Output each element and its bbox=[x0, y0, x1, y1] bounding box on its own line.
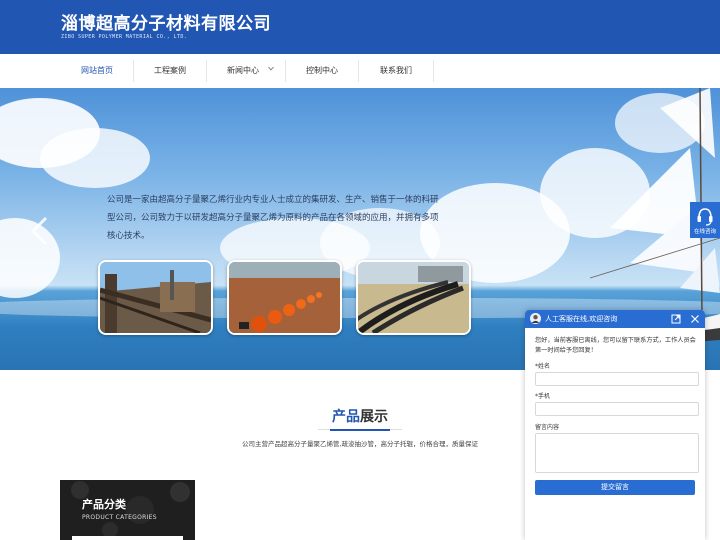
chevron-down-icon[interactable] bbox=[268, 66, 274, 71]
grunge-texture bbox=[60, 480, 195, 540]
name-label: *姓名 bbox=[535, 363, 551, 370]
category-item[interactable] bbox=[72, 536, 183, 540]
nav-item-cases[interactable]: 工程案例 bbox=[134, 54, 206, 88]
cloud bbox=[40, 128, 150, 188]
thumbnail-black-pipes[interactable] bbox=[356, 260, 471, 335]
name-field[interactable] bbox=[535, 372, 699, 386]
site-header: 淄博超高分子材料有限公司 ZIBO SUPER POLYMER MATERIAL… bbox=[0, 0, 720, 54]
agent-avatar bbox=[530, 313, 541, 324]
title-underline bbox=[330, 429, 390, 431]
phone-label: *手机 bbox=[535, 393, 551, 400]
chat-header: 人工客服在线,欢迎咨询 bbox=[525, 310, 705, 328]
categories-subtitle: PRODUCT CATEGORIES bbox=[82, 514, 157, 521]
section-title-rest: 展示 bbox=[360, 409, 388, 425]
black-pipes-photo bbox=[358, 262, 469, 333]
phone-field[interactable] bbox=[535, 402, 699, 416]
section-title-highlight: 产品 bbox=[332, 409, 360, 425]
chat-offline-message: 您好，当前客服已离线，您可以留下联系方式，工作人员会第一时间给予您回复！ bbox=[535, 337, 696, 354]
company-name[interactable]: 淄博超高分子材料有限公司 bbox=[61, 9, 271, 34]
main-nav: 网站首页 工程案例 新闻中心 控制中心 联系我们 bbox=[0, 54, 720, 89]
thumbnail-floating-pipes[interactable] bbox=[227, 260, 342, 335]
arrow-left-icon[interactable] bbox=[28, 216, 50, 246]
thumbnail-pipeline[interactable] bbox=[98, 260, 213, 335]
nav-item-home[interactable]: 网站首页 bbox=[61, 54, 133, 88]
orange-floating-pipes-photo bbox=[229, 262, 340, 333]
industrial-pipeline-photo bbox=[100, 262, 211, 333]
nav-divider bbox=[433, 60, 434, 82]
close-icon[interactable] bbox=[689, 313, 701, 325]
hero-description: 公司是一家由超高分子量聚乙烯行业内专业人士成立的集研发、生产、销售于一体的科研型… bbox=[107, 195, 439, 241]
product-categories-panel: 产品分类 PRODUCT CATEGORIES bbox=[60, 480, 195, 540]
message-label: 留言内容 bbox=[535, 424, 560, 431]
categories-title: 产品分类 bbox=[82, 498, 126, 511]
online-consult-label: 在线咨询 bbox=[693, 229, 716, 235]
company-english-name: ZIBO SUPER POLYMER MATERIAL CO., LTD. bbox=[61, 34, 188, 40]
message-field[interactable] bbox=[535, 433, 699, 473]
nav-item-contact[interactable]: 联系我们 bbox=[359, 54, 433, 88]
online-consult-button[interactable]: 在线咨询 bbox=[690, 202, 720, 238]
nav-item-control[interactable]: 控制中心 bbox=[286, 54, 358, 88]
headset-icon bbox=[697, 208, 713, 226]
nav-item-news[interactable]: 新闻中心 bbox=[207, 54, 279, 88]
chat-header-title: 人工客服在线,欢迎咨询 bbox=[545, 315, 618, 323]
chat-widget: 人工客服在线,欢迎咨询 您好，当前客服已离线，您可以留下联系方式，工作人员会第一… bbox=[525, 310, 705, 540]
submit-button[interactable]: 提交留言 bbox=[535, 480, 695, 495]
expand-icon[interactable] bbox=[670, 313, 682, 325]
